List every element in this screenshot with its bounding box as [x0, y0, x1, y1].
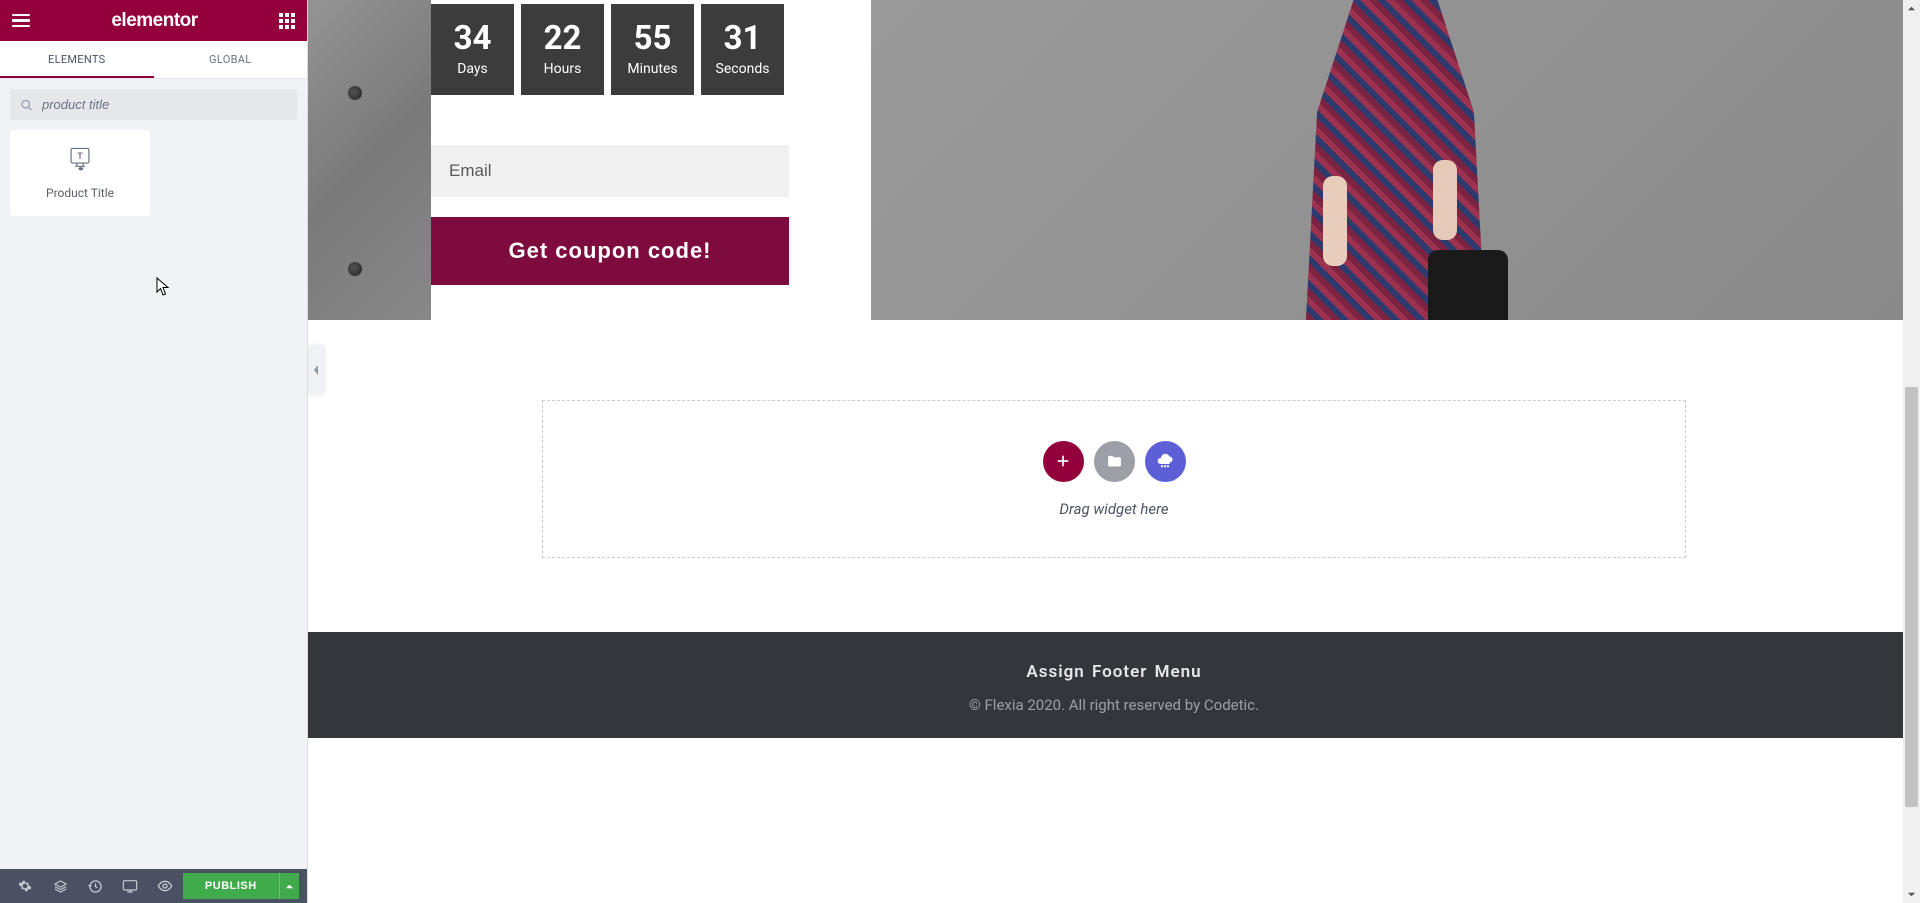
hero-content: 34 Days 22 Hours 55 Minutes 31 [431, 0, 871, 320]
footer-menu-label[interactable]: Assign Footer Menu [308, 662, 1920, 682]
add-section-button[interactable] [1043, 441, 1084, 482]
countdown-timer: 34 Days 22 Hours 55 Minutes 31 [431, 4, 871, 95]
countdown-seconds: 31 Seconds [701, 4, 784, 95]
svg-text:T: T [77, 152, 83, 162]
hero-image-right [871, 0, 1920, 320]
menu-icon[interactable] [12, 14, 30, 28]
elementor-sidebar: elementor ELEMENTS GLOBAL [0, 0, 308, 903]
scrollbar-thumb[interactable] [1905, 387, 1918, 807]
search-input[interactable] [10, 89, 297, 120]
preview-canvas[interactable]: 34 Days 22 Hours 55 Minutes 31 [308, 0, 1920, 903]
search-icon [20, 98, 33, 111]
apps-grid-icon[interactable] [279, 13, 295, 29]
dropzone-buttons [1043, 441, 1186, 482]
preview-icon[interactable] [148, 869, 183, 903]
countdown-minutes: 55 Minutes [611, 4, 694, 95]
vertical-scrollbar[interactable] [1903, 0, 1920, 903]
elementor-logo: elementor [30, 10, 279, 32]
get-coupon-button[interactable]: Get coupon code! [431, 217, 789, 285]
template-library-button[interactable] [1094, 441, 1135, 482]
scroll-down-icon[interactable] [1903, 886, 1920, 903]
widget-label: Product Title [46, 186, 114, 200]
templately-button[interactable] [1145, 441, 1186, 482]
hero-section: 34 Days 22 Hours 55 Minutes 31 [308, 0, 1920, 320]
sidebar-tabs: ELEMENTS GLOBAL [0, 41, 307, 79]
widgets-panel: T Product Title [0, 130, 307, 869]
widget-product-title[interactable]: T Product Title [10, 130, 150, 216]
scroll-up-icon[interactable] [1903, 0, 1920, 17]
tab-global[interactable]: GLOBAL [154, 41, 308, 78]
responsive-icon[interactable] [113, 869, 148, 903]
sidebar-footer: PUBLISH [0, 869, 307, 903]
search-wrap [0, 79, 307, 130]
page-footer: Assign Footer Menu © Flexia 2020. All ri… [308, 632, 1920, 738]
publish-options-caret[interactable] [279, 873, 299, 899]
hero-bg-left [308, 0, 431, 320]
product-title-icon: T [67, 146, 93, 172]
dropzone-hint: Drag widget here [1059, 500, 1168, 518]
collapse-panel-icon[interactable] [308, 345, 324, 395]
navigator-icon[interactable] [43, 869, 78, 903]
email-field[interactable] [431, 145, 789, 197]
countdown-hours: 22 Hours [521, 4, 604, 95]
tab-elements[interactable]: ELEMENTS [0, 41, 154, 78]
countdown-days: 34 Days [431, 4, 514, 95]
history-icon[interactable] [78, 869, 113, 903]
scrollbar-track[interactable] [1903, 17, 1920, 886]
sidebar-header: elementor [0, 0, 307, 41]
settings-icon[interactable] [8, 869, 43, 903]
publish-button[interactable]: PUBLISH [183, 873, 279, 899]
footer-copyright: © Flexia 2020. All right reserved by Cod… [308, 696, 1920, 714]
add-section-dropzone[interactable]: Drag widget here [542, 400, 1686, 558]
